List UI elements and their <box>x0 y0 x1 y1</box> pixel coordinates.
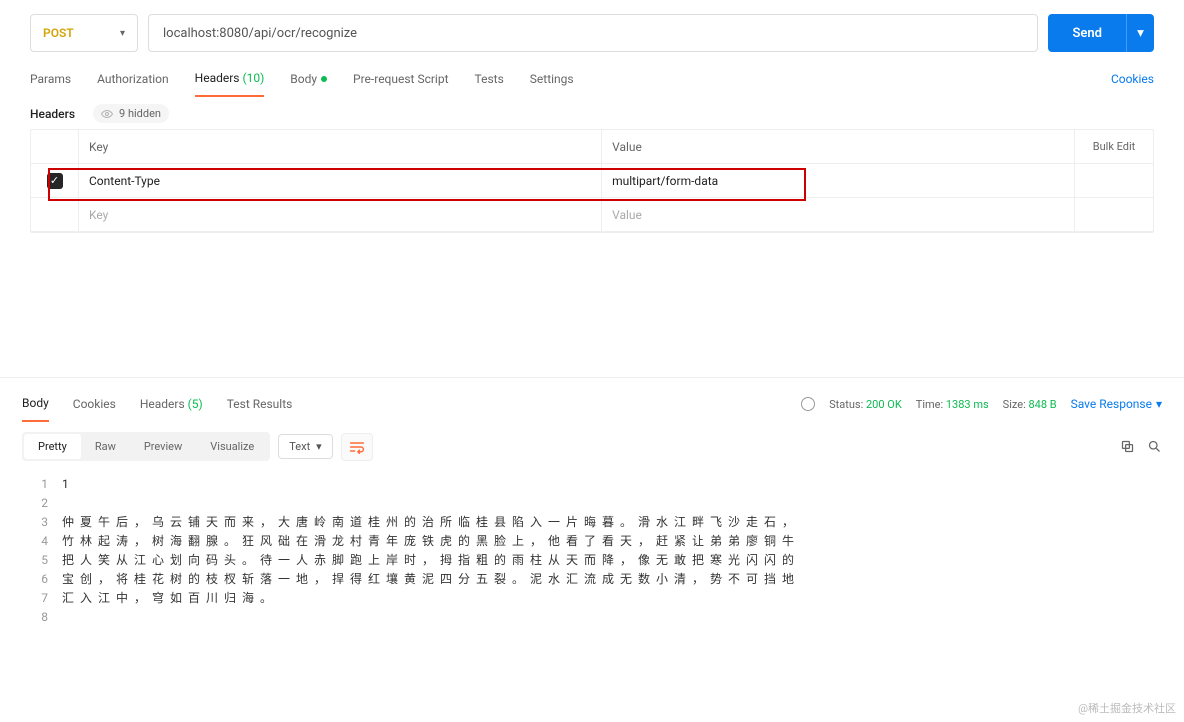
code-line-2 <box>62 494 1162 513</box>
code-line-1: 1 <box>62 475 1162 494</box>
header-value-cell[interactable]: multipart/form-data <box>602 164 1075 197</box>
code-line-7: 汇入江中，穹如百川归海。 <box>62 589 1162 608</box>
value-placeholder[interactable]: Value <box>602 198 1075 231</box>
resp-tab-cookies[interactable]: Cookies <box>73 387 116 421</box>
code-line-3: 仲夏午后，乌云铺天而来，大唐岭南道桂州的治所临桂县陷入一片晦暮。滑水江畔飞沙走石… <box>62 513 1162 532</box>
tab-headers-label: Headers <box>195 71 240 85</box>
search-icon[interactable] <box>1147 439 1162 454</box>
response-body[interactable]: 11 2 3仲夏午后，乌云铺天而来，大唐岭南道桂州的治所临桂县陷入一片晦暮。滑水… <box>0 471 1184 631</box>
resp-tab-results[interactable]: Test Results <box>227 387 293 421</box>
resp-tab-headers[interactable]: Headers (5) <box>140 387 203 421</box>
http-method-select[interactable]: POST ▾ <box>30 14 138 52</box>
http-method-label: POST <box>43 26 74 40</box>
hidden-headers-toggle[interactable]: 9 hidden <box>93 104 169 123</box>
code-line-4: 竹林起涛，树海翻腺。狂风础在滑龙村青年庞铁虎的黑脸上，他看了看天，赶紧让弟弟廖铜… <box>62 532 1162 551</box>
view-mode-tabs: Pretty Raw Preview Visualize <box>22 432 270 461</box>
wrap-icon <box>349 440 365 454</box>
resp-tab-headers-count: (5) <box>188 397 203 411</box>
copy-icon[interactable] <box>1120 439 1135 454</box>
view-preview[interactable]: Preview <box>130 434 196 459</box>
view-pretty[interactable]: Pretty <box>24 434 81 459</box>
language-label: Text <box>289 440 310 453</box>
save-response-button[interactable]: Save Response ▾ <box>1071 397 1162 411</box>
code-line-5: 把人笑从江心划向码头。待一人赤脚跑上岸时，拇指粗的雨柱从天而降，像无敢把寒光闪闪… <box>62 551 1162 570</box>
resp-tab-headers-label: Headers <box>140 397 185 411</box>
tab-authorization[interactable]: Authorization <box>97 62 169 96</box>
send-dropdown-button[interactable]: ▾ <box>1126 14 1154 52</box>
eye-icon <box>101 108 113 120</box>
cookies-link[interactable]: Cookies <box>1111 72 1154 86</box>
col-checkbox-header <box>31 130 79 163</box>
col-value-header: Value <box>602 130 1075 163</box>
url-input[interactable] <box>148 14 1038 52</box>
tab-headers-count: (10) <box>242 71 264 85</box>
send-button[interactable]: Send <box>1048 14 1126 52</box>
chevron-down-icon: ▾ <box>120 28 125 39</box>
resp-tab-body[interactable]: Body <box>22 386 49 422</box>
tab-settings[interactable]: Settings <box>530 62 574 96</box>
tab-body-label: Body <box>290 72 317 86</box>
watermark: @稀土掘金技术社区 <box>1078 700 1176 716</box>
chevron-down-icon: ▾ <box>1156 397 1162 411</box>
table-row[interactable]: ✓ Content-Type multipart/form-data <box>31 164 1153 198</box>
table-row-empty[interactable]: Key Value <box>31 198 1153 232</box>
wrap-lines-button[interactable] <box>341 433 373 461</box>
time-group: Time: 1383 ms <box>916 398 989 411</box>
header-key-cell[interactable]: Content-Type <box>79 164 602 197</box>
language-select[interactable]: Text ▾ <box>278 434 332 459</box>
tab-body[interactable]: Body <box>290 62 327 96</box>
view-visualize[interactable]: Visualize <box>196 434 268 459</box>
hidden-count-label: 9 hidden <box>119 107 161 120</box>
code-line-8 <box>62 608 1162 627</box>
status-group: Status: 200 OK <box>829 398 902 411</box>
bulk-edit-button[interactable]: Bulk Edit <box>1075 130 1153 163</box>
size-group: Size: 848 B <box>1003 398 1057 411</box>
row-checkbox[interactable]: ✓ <box>47 173 63 189</box>
headers-table: Key Value Bulk Edit ✓ Content-Type multi… <box>30 129 1154 233</box>
tab-headers[interactable]: Headers (10) <box>195 61 265 97</box>
key-placeholder[interactable]: Key <box>79 198 602 231</box>
row-extra <box>1075 164 1153 197</box>
tab-params[interactable]: Params <box>30 62 71 96</box>
tab-tests[interactable]: Tests <box>475 62 504 96</box>
view-raw[interactable]: Raw <box>81 434 130 459</box>
code-line-6: 宝创，将桂花树的枝杈斩落一地，捍得红壤黄泥四分五裂。泥水汇流成无数小清，势不可挡… <box>62 570 1162 589</box>
chevron-down-icon: ▾ <box>1137 26 1144 41</box>
tab-prerequest[interactable]: Pre-request Script <box>353 62 448 96</box>
headers-section-title: Headers <box>30 107 75 121</box>
col-key-header: Key <box>79 130 602 163</box>
chevron-down-icon: ▾ <box>316 440 322 453</box>
dot-icon <box>321 76 327 82</box>
globe-icon[interactable] <box>801 397 815 411</box>
